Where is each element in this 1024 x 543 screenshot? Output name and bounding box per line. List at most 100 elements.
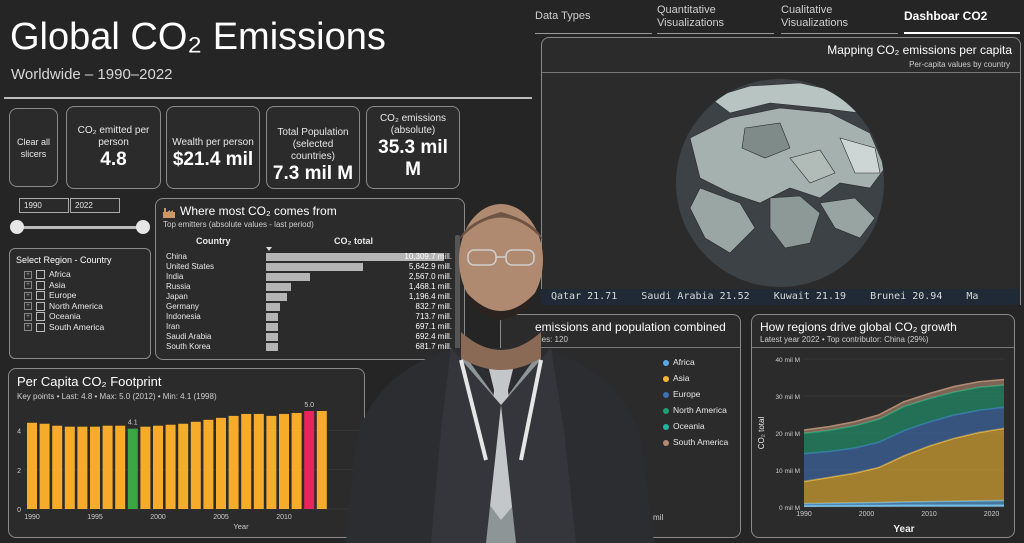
- bar[interactable]: [216, 417, 226, 509]
- expand-icon[interactable]: +: [24, 323, 32, 332]
- legend-label: Oceania: [673, 421, 705, 431]
- legend-item[interactable]: Oceania: [663, 418, 728, 434]
- checkbox-icon[interactable]: [36, 301, 45, 311]
- expand-icon[interactable]: +: [24, 312, 32, 321]
- bar[interactable]: [228, 415, 239, 509]
- bar[interactable]: [190, 421, 201, 509]
- legend-label: Europe: [673, 389, 701, 399]
- legend-label: Africa: [673, 357, 695, 367]
- emission-bar: [266, 273, 311, 281]
- bar[interactable]: [178, 423, 189, 509]
- year-range-track[interactable]: [16, 226, 144, 229]
- bar[interactable]: [153, 425, 163, 509]
- legend-item[interactable]: Europe: [663, 386, 728, 402]
- emitters-subtitle: Top emitters (absolute values - last per…: [163, 220, 314, 229]
- emitters-title: Where most CO₂ comes from: [180, 204, 337, 218]
- bar[interactable]: [291, 412, 302, 509]
- y-tick-label: 4: [17, 429, 21, 436]
- year-start-input[interactable]: 1990: [19, 198, 69, 213]
- x-axis-label: Year: [233, 522, 249, 531]
- y-tick-label: 2: [17, 468, 21, 475]
- y-tick-label: 0: [17, 507, 21, 514]
- clear-slicers-button[interactable]: Clear all slicers: [9, 108, 58, 187]
- col-header-country[interactable]: Country: [196, 236, 231, 246]
- region-item-oceania[interactable]: + Oceania: [24, 311, 150, 322]
- legend-item[interactable]: South America: [663, 434, 728, 450]
- bar[interactable]: [253, 413, 264, 509]
- bar[interactable]: [203, 419, 214, 509]
- legend-dot-icon: [663, 391, 669, 398]
- expand-icon[interactable]: +: [24, 291, 32, 300]
- country-cell: Iran: [166, 322, 180, 331]
- region-slicer: Select Region - Country + Africa + Asia + E…: [9, 248, 151, 359]
- tab-data-types[interactable]: Data Types: [535, 4, 652, 34]
- per-capita-title: Per Capita CO₂ Footprint: [17, 374, 162, 389]
- checkbox-icon[interactable]: [36, 280, 45, 290]
- bar[interactable]: [64, 426, 75, 509]
- legend-dot-icon: [663, 407, 669, 414]
- expand-icon[interactable]: +: [24, 302, 32, 311]
- x-tick-label: 2000: [859, 511, 875, 518]
- bar[interactable]: [90, 426, 100, 509]
- tab-cualitative[interactable]: Cualitative Visualizations: [781, 4, 898, 34]
- sort-desc-icon[interactable]: [266, 247, 272, 251]
- legend-item[interactable]: North America: [663, 402, 728, 418]
- bar[interactable]: [52, 425, 63, 509]
- y-tick-label: 20 mil M: [775, 431, 800, 438]
- bar[interactable]: [27, 422, 37, 509]
- y-tick-label: 10 mil M: [775, 468, 800, 475]
- region-item-north-america[interactable]: + North America: [24, 301, 150, 312]
- bar[interactable]: [316, 411, 327, 509]
- x-tick-label: 2005: [213, 514, 229, 521]
- tab-dashboard-co2[interactable]: Dashboar CO2: [904, 4, 1020, 34]
- checkbox-icon[interactable]: [36, 312, 45, 322]
- y-axis-label: CO₂ total: [757, 417, 766, 450]
- emission-bar: [266, 293, 287, 301]
- country-cell: Japan: [166, 292, 188, 301]
- per-capita-bar-chart: 0 2 4 4.1 5.0 1990 1995 2000 2005 2010 Year: [17, 402, 359, 531]
- expand-icon[interactable]: +: [24, 270, 32, 279]
- country-cell: Saudi Arabia: [166, 332, 212, 341]
- tab-quantitative[interactable]: Quantitative Visualizations: [657, 4, 774, 34]
- bar[interactable]: [102, 425, 113, 509]
- region-item-europe[interactable]: + Europe: [24, 290, 150, 301]
- bar[interactable]: [304, 411, 315, 509]
- checkbox-icon[interactable]: [36, 291, 45, 301]
- legend-label: Asia: [673, 373, 690, 383]
- bar[interactable]: [127, 428, 138, 509]
- scatter-legend: Africa Asia Europe North America Oceania Sout…: [663, 354, 728, 450]
- kpi-total-population: Total Population (selected countries) 7.…: [266, 106, 360, 189]
- region-item-south-america[interactable]: + South America: [24, 322, 150, 333]
- nav-tabs: Data Types Quantitative Visualizations C…: [535, 4, 1020, 34]
- country-cell: South Korea: [166, 342, 211, 351]
- legend-dot-icon: [663, 359, 669, 366]
- year-range-handle-end[interactable]: [136, 220, 150, 234]
- map-subtitle: Per-capita values by country: [909, 60, 1010, 69]
- year-range-handle-start[interactable]: [10, 220, 24, 234]
- checkbox-icon[interactable]: [36, 322, 45, 332]
- kpi-co2-per-person: CO₂ emitted per person 4.8: [66, 106, 161, 189]
- bar[interactable]: [140, 426, 151, 509]
- regions-growth-panel: How regions drive global CO₂ growth Late…: [751, 314, 1015, 538]
- checkbox-icon[interactable]: [36, 270, 45, 280]
- bar[interactable]: [77, 426, 88, 509]
- region-item-africa[interactable]: + Africa: [24, 269, 150, 280]
- region-list: + Africa + Asia + Europe + North America + Oc…: [24, 269, 150, 332]
- country-cell: Russia: [166, 282, 191, 291]
- bar[interactable]: [165, 424, 176, 509]
- bar[interactable]: [115, 425, 126, 509]
- region-item-asia[interactable]: + Asia: [24, 280, 150, 291]
- legend-item[interactable]: Africa: [663, 354, 728, 370]
- emission-bar: [266, 333, 278, 341]
- country-cell: United States: [166, 262, 215, 271]
- bar[interactable]: [241, 413, 252, 509]
- year-end-input[interactable]: 2022: [70, 198, 120, 213]
- bar[interactable]: [266, 415, 277, 509]
- legend-item[interactable]: Asia: [663, 370, 728, 386]
- regions-growth-divider: [752, 347, 1014, 348]
- expand-icon[interactable]: +: [24, 281, 32, 290]
- globe-map[interactable]: [670, 78, 890, 288]
- bar[interactable]: [39, 423, 50, 509]
- region-slicer-title: Select Region - Country: [16, 255, 112, 265]
- bar[interactable]: [279, 413, 289, 509]
